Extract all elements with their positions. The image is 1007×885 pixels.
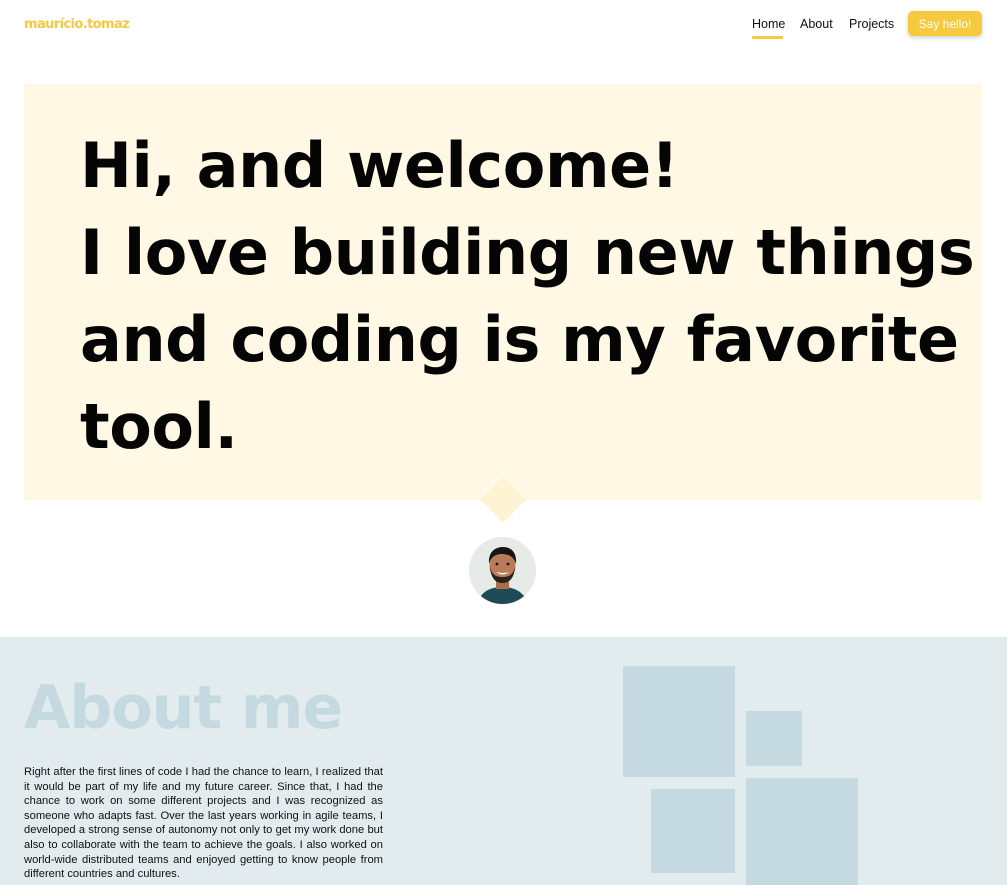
main-nav: Home About Projects: [0, 16, 1007, 40]
page: maurício.tomaz Home About Projects Say h…: [0, 0, 1007, 885]
about-section: About me Right after the first lines of …: [0, 637, 1007, 885]
active-nav-indicator: [752, 36, 783, 39]
hero-line: tool.: [80, 390, 238, 463]
nav-link-projects[interactable]: Projects: [849, 16, 894, 32]
about-paragraph: Right after the first lines of code I ha…: [24, 766, 383, 881]
hero-heading: Hi, and welcome! I love building new thi…: [80, 122, 975, 470]
decorative-square: [651, 789, 735, 873]
say-hello-button[interactable]: Say hello!: [908, 11, 982, 36]
nav-link-about[interactable]: About: [800, 16, 833, 32]
hero-line: and coding is my favorite: [80, 303, 959, 376]
hero-line: Hi, and welcome!: [80, 129, 679, 202]
decorative-square: [623, 666, 735, 777]
decorative-square: [746, 778, 858, 885]
hero-section: Hi, and welcome! I love building new thi…: [24, 84, 982, 500]
site-header: maurício.tomaz Home About Projects Say h…: [0, 0, 1007, 52]
about-title: About me: [24, 673, 343, 743]
avatar: [469, 537, 536, 604]
nav-link-home[interactable]: Home: [752, 16, 785, 32]
hero-line: I love building new things: [80, 216, 975, 289]
avatar-photo-icon: [469, 537, 536, 604]
decorative-square: [746, 711, 802, 766]
